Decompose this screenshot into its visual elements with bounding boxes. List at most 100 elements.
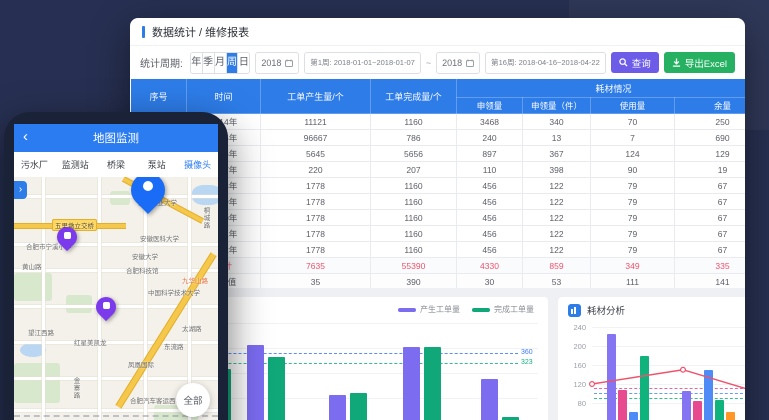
col-header-done: 工单完成量/个 bbox=[371, 79, 457, 114]
period-label: 统计周期: bbox=[140, 55, 183, 70]
table-cell: 207 bbox=[371, 162, 457, 178]
map-label: 中国科学技术大学 bbox=[148, 287, 200, 297]
bar-完成工单量 bbox=[350, 393, 367, 420]
consumables-chart-card: 耗材分析 2402001601208040 bbox=[558, 297, 745, 420]
table-cell: 122 bbox=[523, 242, 591, 258]
bar-完成工单量 bbox=[268, 357, 285, 420]
table-cell: 786 bbox=[371, 130, 457, 146]
bar-完成工单量 bbox=[424, 347, 441, 420]
period-option-日[interactable]: 日 bbox=[238, 53, 249, 73]
map-label: 东流路 bbox=[164, 341, 184, 351]
map-park bbox=[14, 273, 52, 301]
table-cell: 456 bbox=[457, 194, 523, 210]
period-segmented-control: 年季月周日 bbox=[190, 52, 251, 74]
period-option-季[interactable]: 季 bbox=[203, 53, 215, 73]
reference-line bbox=[594, 388, 745, 389]
table-cell: 349 bbox=[591, 258, 675, 274]
bar-产生工单量 bbox=[481, 379, 498, 420]
period-option-年[interactable]: 年 bbox=[191, 53, 203, 73]
col-subheader: 申领量 bbox=[457, 98, 523, 114]
table-cell: 5645 bbox=[261, 146, 371, 162]
table-cell: 1160 bbox=[371, 210, 457, 226]
phone-tab-桥梁[interactable]: 桥梁 bbox=[96, 158, 137, 171]
bar-pink bbox=[618, 390, 627, 420]
table-cell: 859 bbox=[523, 258, 591, 274]
calendar-icon bbox=[285, 59, 293, 67]
table-cell: 70 bbox=[591, 114, 675, 130]
table-cell: 1160 bbox=[371, 114, 457, 130]
camera-pin[interactable] bbox=[96, 297, 116, 317]
table-cell: 55390 bbox=[371, 258, 457, 274]
search-icon bbox=[619, 58, 628, 67]
query-button[interactable]: 查询 bbox=[611, 52, 659, 73]
map-label: 安徽医科大学 bbox=[140, 233, 179, 243]
map-label: 安徽大学 bbox=[132, 251, 158, 261]
calendar-icon bbox=[466, 59, 474, 67]
chart-title: 耗材分析 bbox=[587, 303, 625, 317]
table-cell: 7635 bbox=[261, 258, 371, 274]
breadcrumb: 数据统计 / 维修报表 bbox=[152, 24, 249, 40]
phone-header: ‹ 地图监测 bbox=[14, 124, 218, 152]
phone-tab-泵站[interactable]: 泵站 bbox=[136, 158, 177, 171]
pin-dot bbox=[64, 232, 71, 239]
period-option-周[interactable]: 周 bbox=[227, 53, 239, 73]
chart-title-row: 耗材分析 bbox=[568, 303, 625, 317]
chart-gridline bbox=[592, 327, 745, 328]
phone-tab-监测站[interactable]: 监测站 bbox=[55, 158, 96, 171]
phone-tab-摄像头[interactable]: 摄像头 bbox=[177, 158, 218, 171]
legend-label: 产生工单量 bbox=[420, 304, 460, 315]
breadcrumb-bar: 数据统计 / 维修报表 bbox=[130, 18, 745, 46]
table-cell: 7 bbox=[591, 130, 675, 146]
legend-label: 完成工单量 bbox=[494, 304, 534, 315]
map-label: 太湖路 bbox=[182, 323, 202, 333]
camera-pin[interactable] bbox=[57, 227, 77, 247]
period-option-月[interactable]: 月 bbox=[215, 53, 227, 73]
start-year-select[interactable]: 2018 bbox=[255, 52, 299, 74]
start-year-value: 2018 bbox=[261, 58, 281, 68]
table-cell: 897 bbox=[457, 146, 523, 162]
table-cell: 456 bbox=[457, 242, 523, 258]
legend-pill bbox=[472, 308, 490, 312]
bar-purple bbox=[607, 334, 616, 420]
map-label: 合肥科技馆 bbox=[126, 265, 159, 275]
map-view[interactable]: 体育场安徽农业大学桐城路五里墩立交桥安徽医科大学合肥市宁溪小学黄山路安徽大学合肥… bbox=[14, 177, 218, 420]
phone-screen: ‹ 地图监测 污水厂监测站桥梁泵站摄像头 bbox=[14, 124, 218, 420]
table-cell: 1778 bbox=[261, 178, 371, 194]
col-subheader: 申领量（件） bbox=[523, 98, 591, 114]
bar-purple bbox=[682, 391, 691, 420]
show-all-button[interactable]: 全部 bbox=[176, 383, 210, 417]
table-cell: 67 bbox=[675, 210, 746, 226]
bar-pink bbox=[693, 401, 702, 420]
table-cell: 1160 bbox=[371, 194, 457, 210]
table-cell: 1778 bbox=[261, 226, 371, 242]
table-cell: 1778 bbox=[261, 194, 371, 210]
map-park bbox=[110, 191, 130, 205]
reference-line bbox=[594, 393, 745, 394]
bar-产生工单量 bbox=[247, 345, 264, 420]
map-expand-button[interactable]: › bbox=[14, 181, 27, 199]
table-cell: 240 bbox=[457, 130, 523, 146]
y-axis-tick: 80 bbox=[564, 399, 586, 408]
start-week-input[interactable]: 第1周: 2018-01-01~2018-01-07 bbox=[304, 52, 420, 74]
bar-orange bbox=[726, 412, 735, 420]
end-week-input[interactable]: 第16周: 2018-04-16~2018-04-22 bbox=[485, 52, 606, 74]
export-excel-button[interactable]: 导出Excel bbox=[664, 52, 735, 73]
end-year-select[interactable]: 2018 bbox=[436, 52, 480, 74]
phone-tab-污水厂[interactable]: 污水厂 bbox=[14, 158, 55, 171]
table-cell: 124 bbox=[591, 146, 675, 162]
table-cell: 122 bbox=[523, 178, 591, 194]
range-separator: ~ bbox=[426, 58, 431, 68]
bar-产生工单量 bbox=[329, 395, 346, 420]
y-axis-tick: 160 bbox=[564, 361, 586, 370]
table-cell: 340 bbox=[523, 114, 591, 130]
table-cell: 67 bbox=[675, 194, 746, 210]
table-cell: 67 bbox=[675, 226, 746, 242]
map-label: 桐城路 bbox=[200, 207, 210, 230]
location-pin[interactable] bbox=[131, 177, 165, 207]
back-icon[interactable]: ‹ bbox=[23, 128, 28, 145]
export-button-label: 导出Excel bbox=[685, 56, 727, 70]
pin-dot bbox=[143, 181, 153, 191]
table-header: 序号 时间 工单产生量/个 工单完成量/个 耗材情况 申领量申领量（件）使用量余… bbox=[131, 79, 746, 114]
table-cell: 1160 bbox=[371, 226, 457, 242]
table-cell: 129 bbox=[675, 146, 746, 162]
